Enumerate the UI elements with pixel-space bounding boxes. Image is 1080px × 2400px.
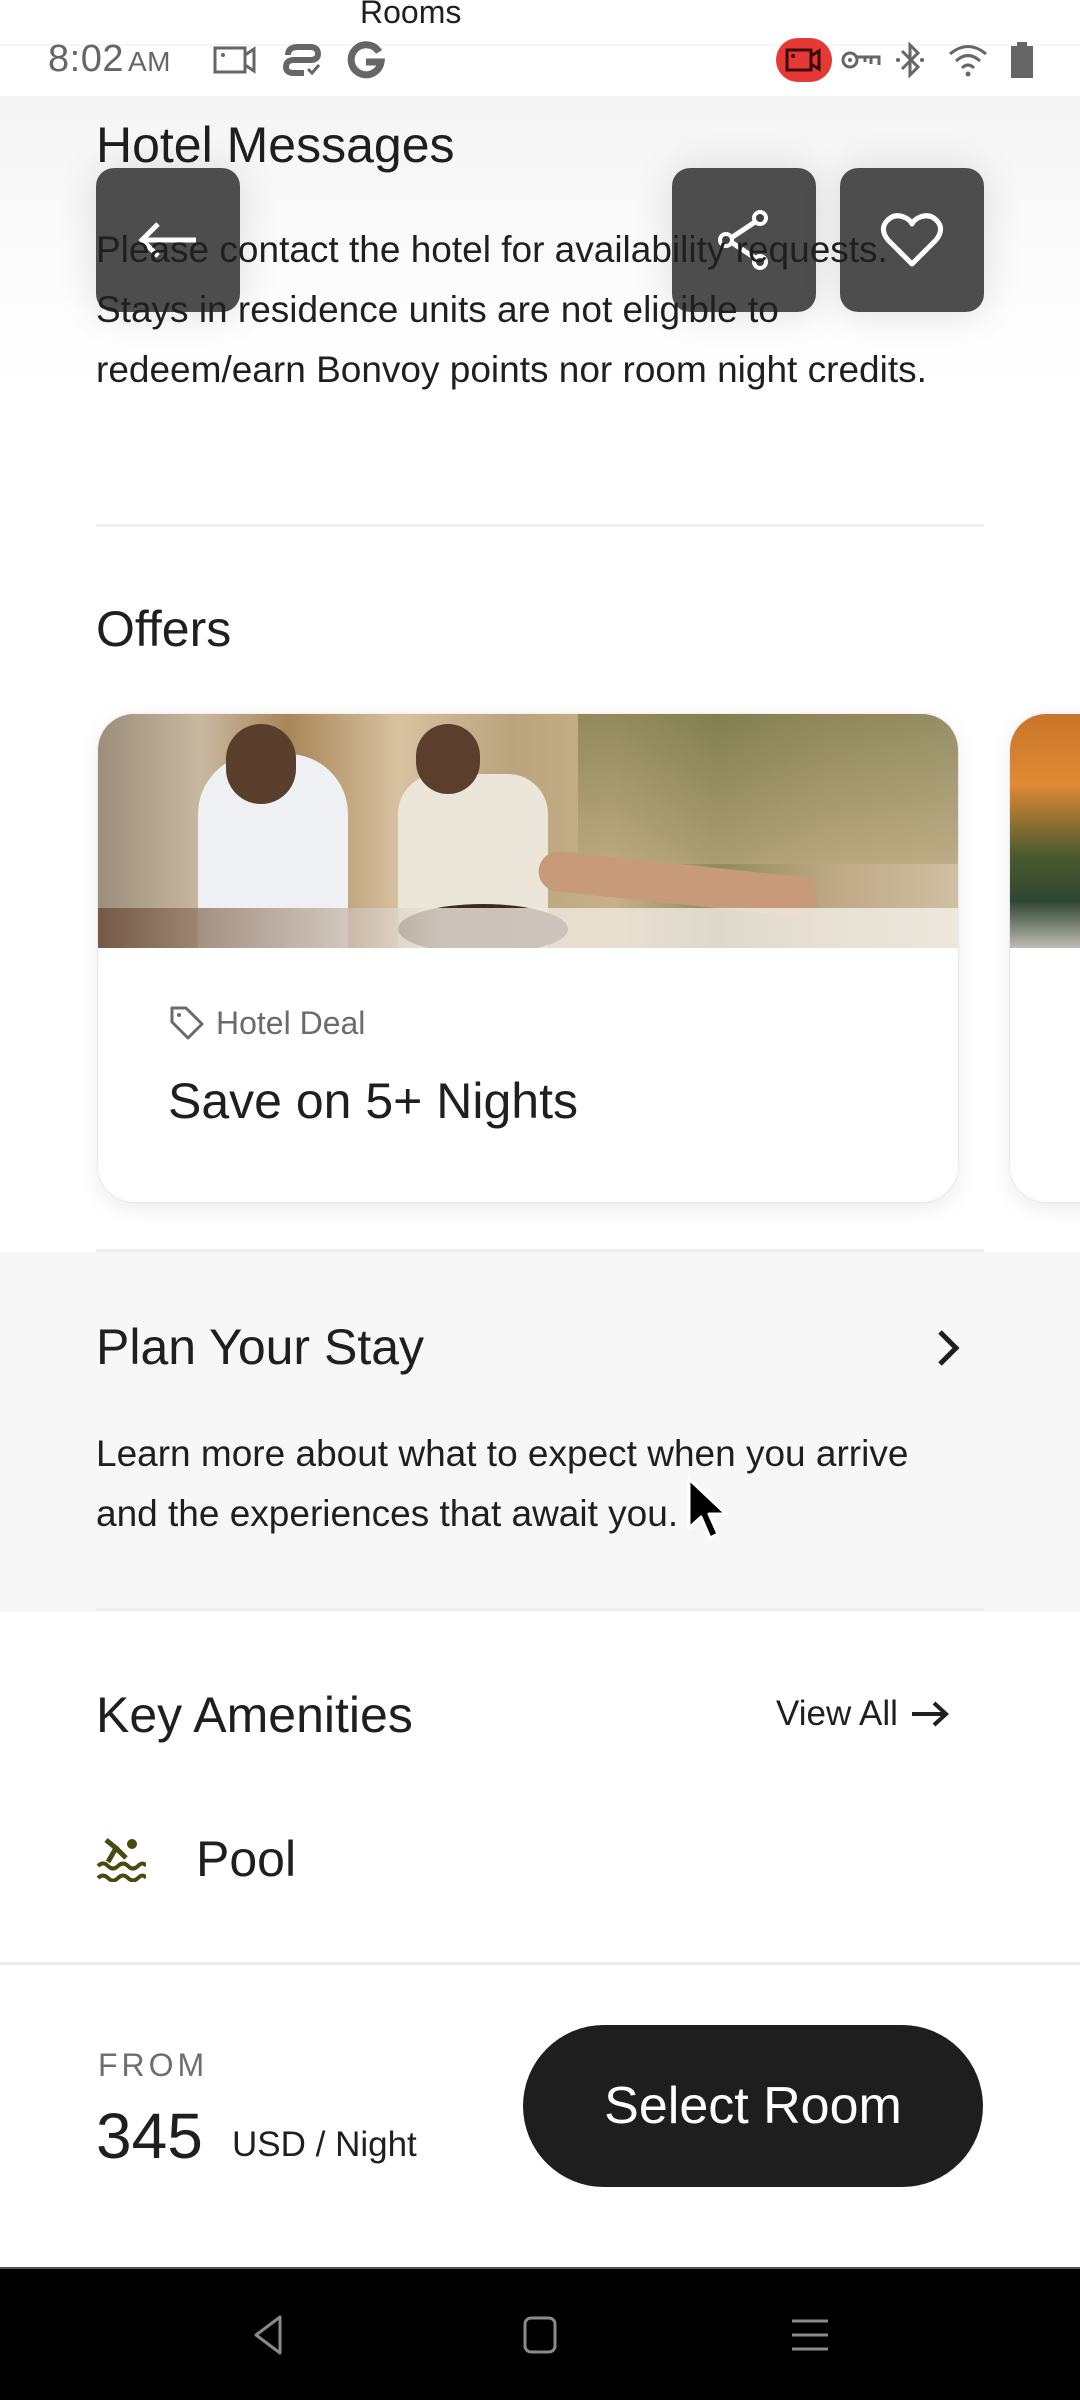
clock-ampm: AM: [127, 46, 171, 77]
from-label: FROM: [98, 2047, 209, 2083]
wifi-icon: [946, 40, 990, 80]
nav-back-button[interactable]: [238, 2305, 298, 2365]
arrow-right-icon: [911, 1701, 949, 1727]
hotel-messages-body: Please contact the hotel for availabilit…: [96, 229, 927, 390]
mouse-cursor-icon: [686, 1476, 734, 1547]
offer-name: Save on 5+ Nights: [168, 1073, 578, 1129]
plan-your-stay-title[interactable]: Plan Your Stay: [96, 1318, 424, 1376]
offer-tag: Hotel Deal: [168, 1004, 365, 1042]
battery-icon: [1006, 40, 1038, 80]
nav-home-icon: [523, 2316, 557, 2354]
status-bar: Rooms 8:02 AM: [0, 0, 1080, 96]
offer-card[interactable]: Hotel Deal Save on 5+ Nights: [98, 714, 958, 1202]
clock: 8:02 AM: [48, 38, 171, 81]
view-all-link[interactable]: View All: [776, 1694, 950, 1734]
offer-image: [1010, 714, 1080, 948]
bluetooth-icon: [893, 40, 927, 80]
amenity-label: Pool: [196, 1831, 297, 1887]
nav-recents-icon: [792, 2319, 828, 2351]
price-value: 345: [96, 2100, 203, 2172]
nav-recents-button[interactable]: [780, 2305, 840, 2365]
section-divider: [96, 524, 984, 527]
system-nav-bar: [0, 2267, 1080, 2400]
vpn-key-icon: [840, 40, 882, 80]
offer-image: [98, 714, 958, 948]
key-amenities-title: Key Amenities: [96, 1687, 413, 1743]
view-all-label: View All: [776, 1694, 898, 1733]
clock-time: 8:02: [48, 38, 124, 80]
google-icon: [344, 40, 388, 80]
pool-icon: [96, 1838, 146, 1882]
offer-card[interactable]: [1010, 714, 1080, 1202]
price-unit: USD / Night: [232, 2125, 417, 2164]
rooms-overlay-title: Rooms: [360, 0, 462, 30]
recording-indicator-icon: [776, 38, 832, 82]
plan-your-stay-body: Learn more about what to expect when you…: [96, 1433, 909, 1534]
tag-icon: [170, 1006, 204, 1040]
hotel-messages-title: Hotel Messages: [96, 117, 455, 173]
offer-tag-label: Hotel Deal: [216, 1004, 366, 1041]
cast-sync-icon: [280, 40, 324, 80]
nav-back-icon: [254, 2315, 282, 2355]
section-divider: [96, 1608, 984, 1611]
select-room-button[interactable]: Select Room: [523, 2025, 983, 2187]
offers-title: Offers: [96, 601, 232, 657]
screen-record-icon: [212, 40, 258, 80]
nav-home-button[interactable]: [510, 2305, 570, 2365]
booking-bar: FROM 345 USD / Night Select Room: [0, 1962, 1080, 2267]
amenity-item: Pool: [96, 1830, 296, 1888]
chevron-right-icon[interactable]: [928, 1326, 968, 1370]
